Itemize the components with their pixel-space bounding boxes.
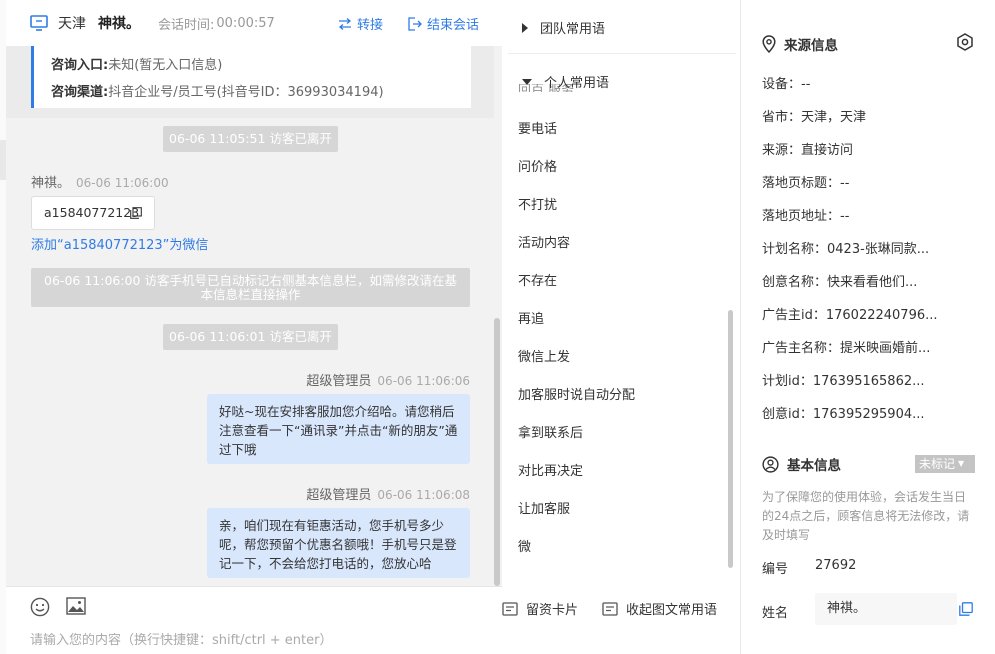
name-label: 姓名	[762, 606, 789, 621]
message-input[interactable]	[30, 633, 490, 648]
system-message: 06-06 11:06:01 访客已离开	[163, 324, 338, 350]
creative-name-field: 创意名称：快来看看他们...	[762, 275, 918, 290]
end-session-button[interactable]: 结束会话	[408, 14, 479, 33]
consult-info-card: 咨询入口:未知(暂无入口信息) 咨询渠道:抖音企业号/员工号(抖音号ID：369…	[31, 46, 471, 108]
phrase-item[interactable]: 让加客服	[518, 498, 570, 517]
agent-message-bubble: 亲，咱们现在有钜惠活动，您手机号多少呢，帮您预留个优惠名额哦！手机号只是登记一下…	[207, 508, 470, 578]
id-value: 27692	[815, 558, 857, 573]
settings-icon[interactable]	[956, 33, 974, 51]
message-icon	[602, 601, 618, 616]
location-pin-icon	[762, 35, 776, 53]
partially-hidden-phrase: 回百 服务	[518, 84, 575, 92]
copy-icon[interactable]	[959, 602, 973, 616]
chevron-down-icon: ▼	[958, 459, 965, 468]
monitor-icon	[30, 15, 48, 31]
card-icon	[502, 601, 518, 616]
visitor-message-text: a15840772123	[44, 205, 140, 220]
divider	[508, 53, 736, 54]
phrase-item[interactable]: 加客服时说自动分配	[518, 384, 635, 403]
phrase-item[interactable]: 微	[518, 536, 531, 555]
transfer-label: 转接	[357, 18, 384, 33]
basic-info-title: 基本信息	[762, 454, 841, 474]
agent-message-bubble: 好哒~现在安排客服加您介绍哈。请您稍后注意查看一下“通讯录”并点击“新的朋友”通…	[207, 394, 470, 464]
agent-sender-line: 超级管理员 06-06 11:06:06	[306, 370, 470, 389]
chat-header: 天津 神祺。 会话时间: 00:00:57 转接 结束会话	[6, 0, 502, 46]
tag-select-value: 未标记	[919, 457, 956, 471]
visitor-city: 天津	[58, 16, 86, 32]
section-title-text: 来源信息	[784, 38, 838, 54]
agent-sender-name: 超级管理员	[306, 374, 372, 389]
phrase-item[interactable]: 微信上发	[518, 346, 570, 365]
consult-entry-line: 咨询入口:未知(暂无入口信息)	[51, 52, 471, 79]
plan-id-field: 计划id：176395165862...	[762, 374, 925, 389]
transfer-icon	[338, 17, 352, 30]
id-label: 编号	[762, 562, 789, 577]
source-field: 来源：直接访问	[762, 143, 854, 158]
phrase-pane: 团队常用语 个人常用语 回百 服务 要电话 问价格 不打扰 活动内容 不存在 再…	[502, 0, 741, 654]
caret-right-icon	[522, 22, 528, 33]
visitor-message-bubble: a15840772123	[31, 196, 155, 230]
visitor-sender-name: 神祺。	[31, 176, 71, 191]
collapse-phrases-label: 收起图文常用语	[626, 603, 718, 618]
tag-select[interactable]: 未标记 ▼	[915, 455, 975, 473]
phrase-scrollbar[interactable]	[728, 310, 733, 568]
phrase-item[interactable]: 再追	[518, 308, 544, 327]
agent-sender-line: 超级管理员 06-06 11:06:08	[306, 484, 470, 503]
lead-card-label: 留资卡片	[526, 603, 579, 618]
phrase-item[interactable]: 不存在	[518, 270, 557, 289]
transfer-button[interactable]: 转接	[338, 14, 383, 33]
chat-scrollbar[interactable]	[494, 318, 500, 586]
chat-pane: 天津 神祺。 会话时间: 00:00:57 转接 结束会话 咨询入口:未知(暂无…	[0, 0, 502, 654]
edit-notice: 为了保障您的使用体验，会话发生当日的24点之后，顾客信息将无法修改，请及时填写	[762, 490, 970, 542]
visitor-sender-line: 神祺。 06-06 11:06:00	[31, 172, 169, 191]
info-pane: 来源信息 设备：-- 省市：天津，天津 来源：直接访问 落地页标题：-- 落地页…	[742, 0, 995, 654]
end-session-label: 结束会话	[427, 18, 480, 33]
phrase-item[interactable]: 要电话	[518, 118, 557, 137]
region-field: 省市：天津，天津	[762, 110, 867, 125]
consult-channel-label: 咨询渠道:	[51, 85, 109, 100]
user-icon	[762, 455, 779, 473]
visitor-message-time: 06-06 11:06:00	[76, 176, 169, 190]
advertiser-name-field: 广告主名称：提米映画婚前...	[762, 341, 931, 356]
system-message: 06-06 11:05:51 访客已离开	[163, 126, 338, 152]
phrase-item[interactable]: 不打扰	[518, 194, 557, 213]
emoji-icon[interactable]	[30, 597, 50, 617]
source-info-title: 来源信息	[762, 34, 838, 54]
plan-name-field: 计划名称：0423-张琳同款...	[762, 242, 930, 257]
composer	[6, 586, 502, 654]
consult-entry-label: 咨询入口:	[51, 58, 109, 73]
landing-title-field: 落地页标题：--	[762, 176, 850, 191]
visitor-name: 神祺。	[98, 16, 140, 32]
session-time: 00:00:57	[216, 15, 275, 31]
phrase-group-team[interactable]: 团队常用语	[522, 18, 605, 37]
phrase-item[interactable]: 问价格	[518, 156, 557, 175]
phrase-group-label: 团队常用语	[540, 22, 606, 37]
agent-message-time: 06-06 11:06:06	[377, 374, 470, 388]
phrase-item[interactable]: 拿到联系后	[518, 422, 583, 441]
lead-card-button[interactable]: 留资卡片	[502, 599, 578, 618]
phrase-item[interactable]: 对比再决定	[518, 460, 583, 479]
collapse-phrases-button[interactable]: 收起图文常用语	[602, 599, 717, 618]
message-list[interactable]: 06-06 11:05:51 访客已离开 神祺。 06-06 11:06:00 a…	[6, 118, 502, 586]
session-time-label: 会话时间:	[158, 17, 215, 33]
creative-id-field: 创意id：176395295904...	[762, 407, 925, 422]
consult-channel-line: 咨询渠道:抖音企业号/员工号(抖音号ID：36993034194)	[51, 79, 471, 106]
section-title-text: 基本信息	[787, 458, 841, 474]
advertiser-id-field: 广告主id：176022240796...	[762, 308, 938, 323]
system-message: 06-06 11:06:00 访客手机号已自动标记右侧基本信息栏，如需修改请在基…	[31, 268, 470, 307]
landing-url-field: 落地页地址：--	[762, 209, 850, 224]
image-icon[interactable]	[66, 597, 86, 615]
agent-sender-name: 超级管理员	[306, 488, 372, 503]
exit-icon	[408, 16, 422, 31]
consult-entry-value: 未知(暂无入口信息)	[108, 58, 223, 73]
copy-icon[interactable]	[130, 207, 142, 219]
phrase-item[interactable]: 活动内容	[518, 232, 570, 251]
add-wechat-link[interactable]: 添加“a15840772123”为微信	[31, 234, 208, 253]
agent-message-time: 06-06 11:06:08	[377, 488, 470, 502]
name-field[interactable]: 神祺。	[815, 593, 957, 625]
device-field: 设备：--	[762, 77, 811, 92]
consult-channel-value: 抖音企业号/员工号(抖音号ID：36993034194)	[108, 85, 384, 100]
